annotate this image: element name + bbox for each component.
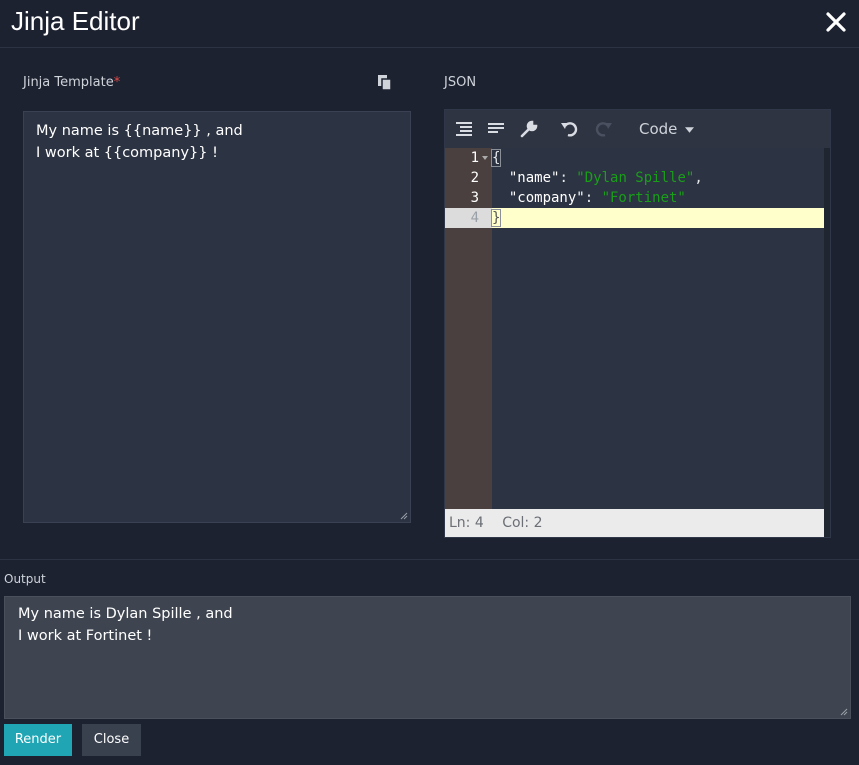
template-line: My name is {{name}} , and: [36, 123, 243, 139]
template-textarea[interactable]: My name is {{name}} , and I work at {{co…: [23, 111, 411, 523]
output-line: I work at Fortinet !: [18, 628, 153, 644]
output-label: Output: [4, 572, 46, 586]
json-toolbar: Code: [445, 110, 830, 148]
status-col: Col: 2: [502, 515, 543, 531]
code-line: "name": "Dylan Spille",: [508, 170, 703, 186]
line-number: 4: [445, 208, 492, 228]
code-line: {: [490, 148, 824, 168]
undo-icon[interactable]: [560, 119, 580, 139]
line-number: 3: [470, 190, 479, 206]
editor-scrollbar[interactable]: [824, 148, 830, 509]
format-icon[interactable]: [454, 119, 474, 139]
code-line-active: }: [490, 208, 824, 228]
output-line: My name is Dylan Spille , and: [18, 606, 233, 622]
close-icon[interactable]: [825, 6, 849, 36]
close-brace: }: [490, 209, 502, 227]
template-line: I work at {{company}} !: [36, 145, 218, 161]
editor-statusbar: Ln: 4 Col: 2: [445, 509, 824, 537]
dialog-header: Jinja Editor: [0, 0, 859, 48]
close-button[interactable]: Close: [82, 724, 141, 756]
open-brace: {: [490, 149, 502, 167]
code-line: "company": "Fortinet": [508, 190, 686, 206]
dialog-title: Jinja Editor: [11, 6, 140, 36]
render-button[interactable]: Render: [4, 724, 72, 756]
copy-icon[interactable]: [377, 74, 393, 92]
json-value: "Dylan Spille": [576, 170, 695, 186]
json-key: "name": [508, 170, 560, 186]
fold-icon[interactable]: [482, 156, 488, 160]
code-area[interactable]: { "name": "Dylan Spille", "company": "Fo…: [490, 148, 824, 509]
json-value: "Fortinet": [601, 190, 686, 206]
mode-dropdown[interactable]: Code: [639, 120, 695, 138]
template-label: Jinja Template*: [23, 75, 121, 90]
json-editor: Code 1 2 3 4 { "name": "Dylan Spille", "…: [444, 109, 831, 538]
wrench-icon[interactable]: [519, 119, 539, 139]
section-divider: [0, 559, 859, 560]
mode-label: Code: [639, 120, 678, 138]
status-line: Ln: 4: [449, 515, 484, 531]
json-label: JSON: [444, 75, 477, 90]
line-number: 2: [470, 170, 479, 186]
redo-icon[interactable]: [593, 119, 613, 139]
output-textarea[interactable]: My name is Dylan Spille , and I work at …: [4, 596, 851, 719]
resize-handle-icon[interactable]: [840, 708, 848, 716]
caret-down-icon: [685, 126, 695, 133]
resize-handle-icon[interactable]: [400, 512, 408, 520]
line-number: 1: [470, 150, 479, 166]
compact-icon[interactable]: [486, 119, 506, 139]
required-mark: *: [113, 75, 121, 90]
json-key: "company": [508, 190, 585, 206]
line-gutter: 1 2 3 4: [445, 148, 492, 509]
